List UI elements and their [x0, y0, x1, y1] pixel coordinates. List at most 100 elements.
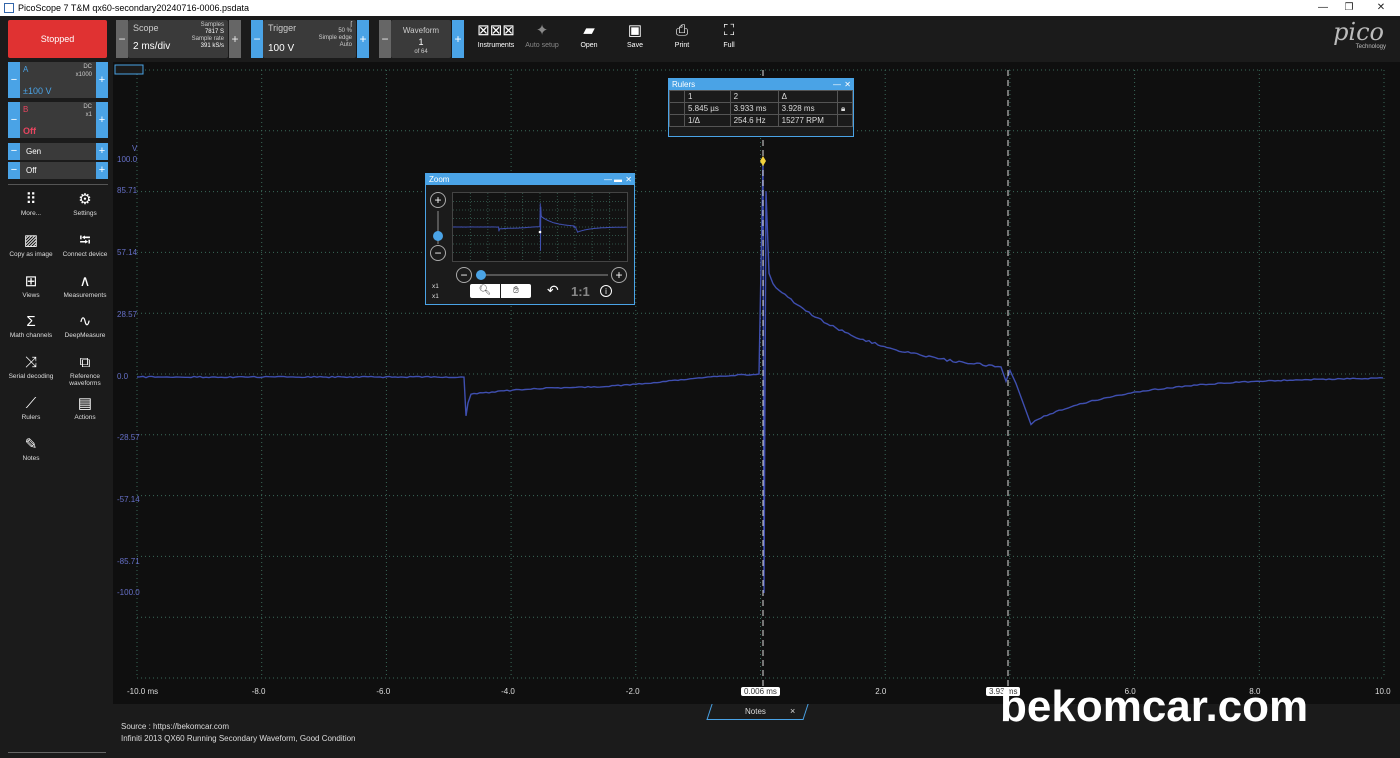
undo-zoom-icon[interactable]: ↶ — [547, 282, 559, 299]
scope-graph[interactable] — [113, 62, 1400, 704]
ruler-2-header: 2 — [730, 91, 778, 103]
x-tick-label: 2.0 — [875, 687, 886, 696]
channel-a-decrease-button[interactable]: − — [8, 62, 20, 98]
rulers-panel[interactable]: Rulers — ✕ 1 2 Δ 5.845 µs 3.933 ms 3.928… — [668, 78, 854, 137]
scope-group[interactable]: Scope 2 ms/div Samples 7817 S Sample rat… — [128, 20, 228, 58]
notes-close-icon[interactable]: × — [790, 706, 795, 716]
close-icon[interactable]: ✕ — [625, 174, 632, 185]
horizontal-zoom-handle[interactable] — [476, 270, 486, 280]
y-tick-label: 100.0 — [117, 155, 137, 164]
zoom-overview-marker — [539, 231, 542, 234]
channel-a-row[interactable]: − A DC x1000 ±100 V + — [8, 62, 108, 98]
folder-icon: ▰ — [567, 20, 611, 42]
copy-image-button[interactable]: ▨ Copy as image — [6, 231, 56, 258]
zoom-overview[interactable] — [452, 192, 628, 262]
zoom-in-horizontal-button[interactable]: + — [611, 267, 627, 283]
notes-description-line[interactable]: Infiniti 2013 QX60 Running Secondary Wav… — [121, 733, 356, 745]
gen-state-decrease-button[interactable]: − — [8, 162, 20, 179]
views-button[interactable]: ⊞ Views — [6, 272, 56, 299]
channel-b-name: B — [23, 105, 28, 114]
channel-a-axis-tab[interactable] — [115, 65, 143, 74]
rulers-button[interactable]: ⟋ Rulers — [6, 394, 56, 421]
lock-icon[interactable]: 🔒︎ — [838, 103, 853, 115]
connect-device-button[interactable]: ⭾ Connect device — [60, 231, 110, 258]
gen-state-row[interactable]: − Off + — [8, 162, 108, 179]
settings-button[interactable]: ⚙ Settings — [60, 190, 110, 217]
y-tick-label: -28.57 — [117, 433, 140, 442]
print-button[interactable]: ⎙ Print — [660, 20, 704, 49]
timebase-increase-button[interactable]: + — [229, 20, 241, 58]
math-channels-label: Math channels — [10, 332, 52, 339]
waveform-prev-button[interactable]: − — [379, 20, 391, 58]
trigger-mode: Auto — [319, 42, 352, 49]
trigger-group[interactable]: Trigger 100 V ſ 50 % Simple edge Auto — [263, 20, 356, 58]
more-button[interactable]: ⠿ More... — [6, 190, 56, 217]
clapper-icon: ▤ — [60, 394, 110, 414]
channel-a-name: A — [23, 65, 28, 74]
auto-setup-button[interactable]: ✦ Auto setup — [520, 20, 564, 49]
waveform-group[interactable]: Waveform 1 of 64 — [391, 20, 451, 58]
channel-a-increase-button[interactable]: + — [96, 62, 108, 98]
horizontal-zoom-track[interactable] — [476, 274, 608, 276]
waveform-next-button[interactable]: + — [452, 20, 464, 58]
gen-state-increase-button[interactable]: + — [96, 162, 108, 179]
notes-source-line[interactable]: Source : https://bekomcar.com — [121, 721, 356, 733]
open-button[interactable]: ▰ Open — [567, 20, 611, 49]
instruments-icon: ⊠⊠⊠ — [474, 20, 518, 42]
info-icon[interactable]: i — [600, 285, 612, 297]
gen-increase-button[interactable]: + — [96, 143, 108, 160]
zoom-in-vertical-button[interactable]: + — [430, 192, 446, 208]
channel-b-increase-button[interactable]: + — [96, 102, 108, 138]
inverse-delta-label: 1/Δ — [685, 115, 731, 127]
serial-decoding-button[interactable]: ⤨ Serial decoding — [6, 353, 56, 380]
x-tick-label: -8.0 — [252, 687, 266, 696]
gen-decrease-button[interactable]: − — [8, 143, 20, 160]
scope-view[interactable]: V 100.0 85.71 57.14 28.57 0.0 -28.57 -57.14 -85… — [113, 62, 1400, 704]
actions-button[interactable]: ▤ Actions — [60, 394, 110, 421]
timebase-decrease-button[interactable]: − — [116, 20, 128, 58]
copy-image-label: Copy as image — [9, 251, 52, 258]
channel-a-trace — [137, 161, 1383, 593]
samples-label: Samples — [192, 22, 224, 29]
save-icon: ▣ — [613, 20, 657, 42]
zoom-out-horizontal-button[interactable]: − — [456, 267, 472, 283]
instruments-button[interactable]: ⊠⊠⊠ Instruments — [474, 20, 518, 49]
trigger-label: Trigger — [268, 23, 296, 33]
vertical-zoom-handle[interactable] — [433, 231, 443, 241]
math-channels-button[interactable]: Σ Math channels — [6, 312, 56, 339]
notes-tab-label[interactable]: Notes — [745, 707, 766, 716]
zoom-tool-icon[interactable]: 🔍︎ — [470, 284, 500, 298]
restore-icon[interactable]: ▬ — [614, 174, 622, 185]
reference-waveforms-button[interactable]: ⧉ Reference waveforms — [60, 353, 110, 387]
restore-icon[interactable]: ❐ — [1334, 0, 1364, 16]
zoom-out-vertical-button[interactable]: − — [430, 245, 446, 261]
zoom-panel[interactable]: Zoom — ▬ ✕ + − − + x1 x1 🔍︎ ✋︎ ↶ 1:1 i — [425, 173, 635, 305]
settings-label: Settings — [73, 210, 97, 217]
deepmeasure-button[interactable]: ∿ DeepMeasure — [60, 312, 110, 339]
close-icon[interactable]: ✕ — [844, 79, 851, 90]
views-label: Views — [22, 292, 39, 299]
channel-a-coupling: DC — [76, 63, 92, 71]
close-icon[interactable]: ✕ — [1366, 0, 1396, 16]
gen-row[interactable]: − Gen + — [8, 143, 108, 160]
title-bar: PicoScope 7 T&M qx60-secondary20240716-0… — [0, 0, 1400, 16]
trigger-type: Simple edge — [319, 35, 352, 42]
trigger-increase-button[interactable]: + — [357, 20, 369, 58]
rulers-table: 1 2 Δ 5.845 µs 3.933 ms 3.928 ms 🔒︎ 1/Δ … — [669, 90, 853, 127]
ruler-time-label[interactable]: 0.006 ms — [741, 687, 780, 696]
full-screen-button[interactable]: ⛶ Full — [707, 20, 751, 49]
hand-tool-icon[interactable]: ✋︎ — [501, 284, 531, 298]
notes-button[interactable]: ✎ Notes — [6, 435, 56, 462]
channel-a-range: ±100 V — [23, 86, 51, 96]
minimize-icon[interactable]: — — [604, 174, 612, 185]
save-button[interactable]: ▣ Save — [613, 20, 657, 49]
run-stop-button[interactable]: Stopped — [8, 20, 107, 58]
measurements-button[interactable]: ∧ Measurements — [60, 272, 110, 299]
auto-setup-label: Auto setup — [525, 42, 558, 49]
reference-icon: ⧉ — [60, 353, 110, 373]
reset-zoom-button[interactable]: 1:1 — [571, 284, 590, 299]
channel-b-decrease-button[interactable]: − — [8, 102, 20, 138]
trigger-decrease-button[interactable]: − — [251, 20, 263, 58]
channel-b-row[interactable]: − B DC x1 Off + — [8, 102, 108, 138]
minimize-icon[interactable]: — — [833, 79, 841, 90]
